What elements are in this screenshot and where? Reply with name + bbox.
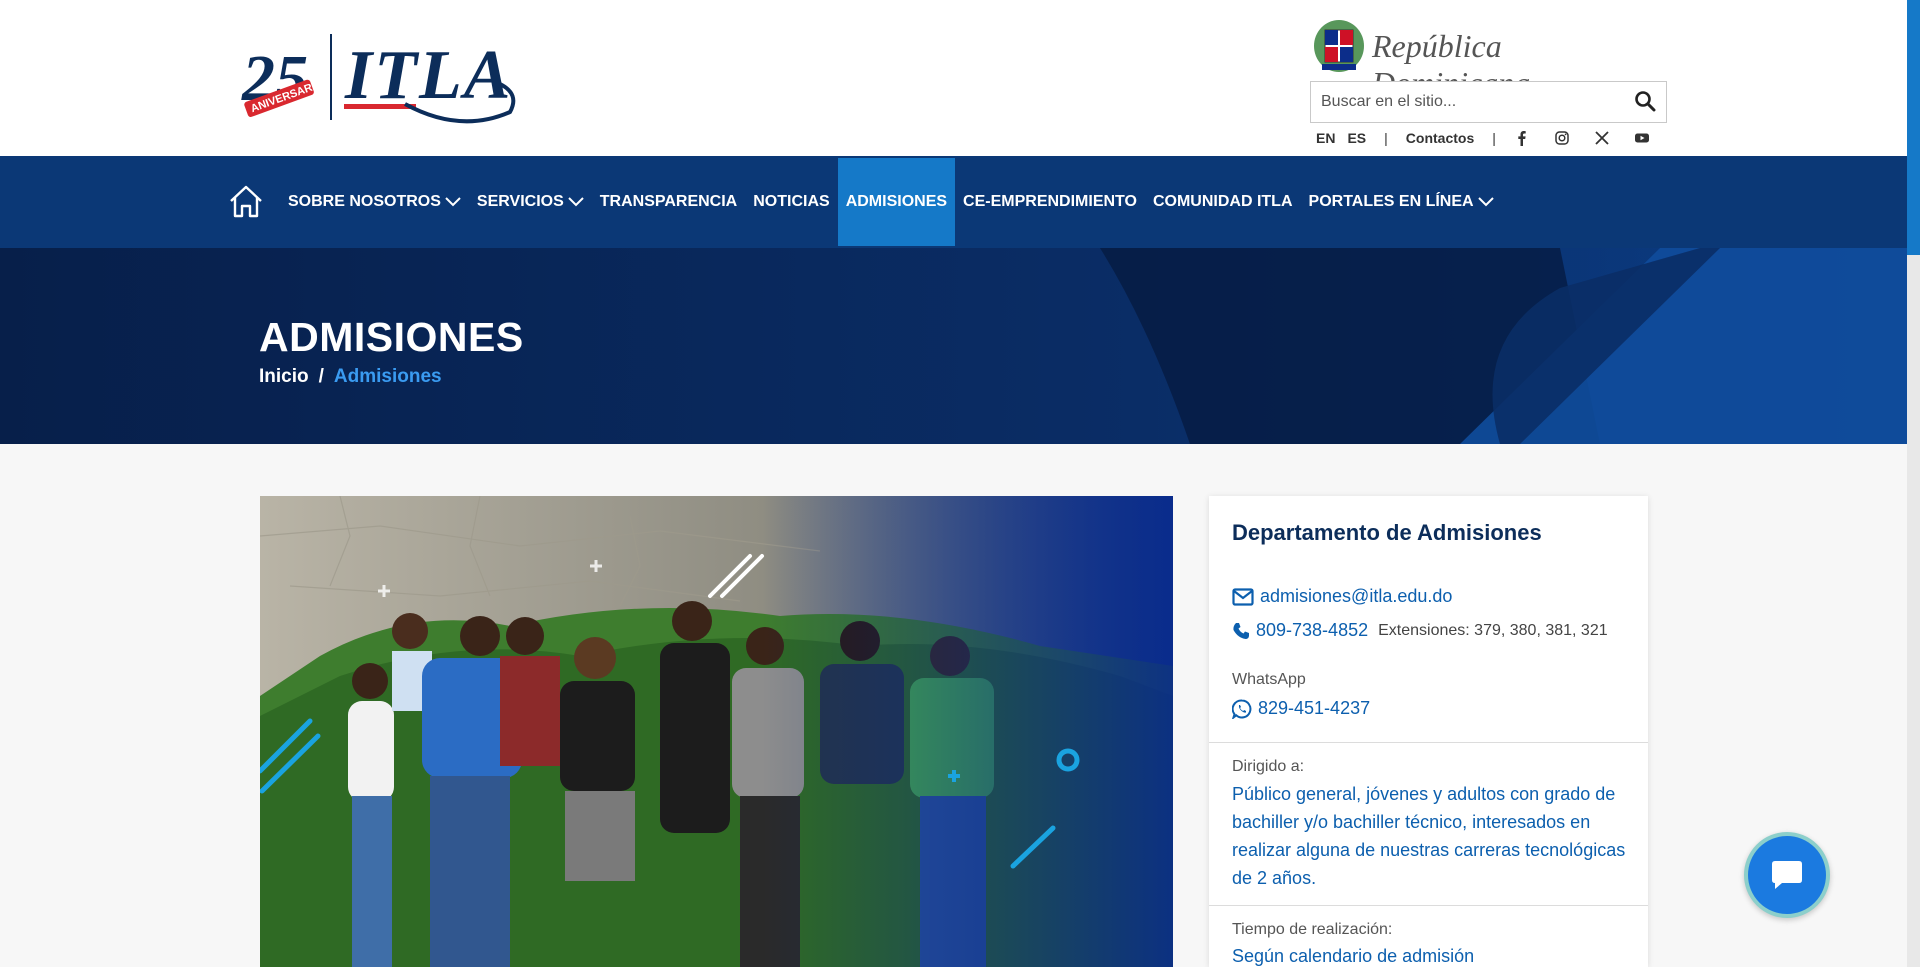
phone-extensions: Extensiones: 379, 380, 381, 321 <box>1378 621 1608 639</box>
coat-of-arms-icon <box>1314 20 1364 72</box>
nav-item-transparencia[interactable]: TRANSPARENCIA <box>592 158 745 246</box>
main-navigation: SOBRE NOSOTROS SERVICIOS TRANSPARENCIA N… <box>0 156 1907 248</box>
phone-link[interactable]: 809-738-4852 <box>1256 620 1368 641</box>
youtube-icon[interactable] <box>1634 130 1650 146</box>
nav-label: ADMISIONES <box>845 193 948 210</box>
nav-item-comunidad-itla[interactable]: COMUNIDAD ITLA <box>1145 158 1301 246</box>
chevron-down-icon <box>568 197 584 207</box>
nav-label: CE-EMPRENDIMIENTO <box>963 193 1137 210</box>
card-divider <box>1209 742 1648 743</box>
nav-item-ce-emprendimiento[interactable]: CE-EMPRENDIMIENTO <box>955 158 1145 246</box>
breadcrumb: Inicio / Admisiones <box>259 366 442 388</box>
lang-es-link[interactable]: ES <box>1347 130 1366 146</box>
nav-item-noticias[interactable]: NOTICIAS <box>745 158 837 246</box>
whatsapp-link[interactable]: 829-451-4237 <box>1258 698 1370 719</box>
card-divider <box>1209 905 1648 906</box>
breadcrumb-current: Admisiones <box>333 366 442 387</box>
whatsapp-row: 829-451-4237 <box>1232 698 1370 719</box>
utility-bar: EN ES | Contactos | <box>1316 127 1674 149</box>
chevron-down-icon <box>1477 197 1494 207</box>
nav-label: SERVICIOS <box>476 193 564 210</box>
page-hero: ADMISIONES Inicio / Admisiones <box>0 248 1907 444</box>
itla-logo[interactable]: 25 ANIVERSARIO ITLA <box>240 34 516 124</box>
nav-label: PORTALES EN LÍNEA <box>1308 193 1474 210</box>
lang-en-link[interactable]: EN <box>1316 130 1335 146</box>
logo-swoosh <box>404 82 516 124</box>
facebook-icon[interactable] <box>1514 130 1530 146</box>
nav-item-sobre-nosotros[interactable]: SOBRE NOSOTROS <box>280 158 469 246</box>
audience-label: Dirigido a: <box>1232 758 1305 775</box>
page-title: ADMISIONES <box>259 314 524 360</box>
search-icon[interactable] <box>1634 90 1656 112</box>
scrollbar-thumb[interactable] <box>1907 0 1920 255</box>
envelope-icon <box>1232 587 1254 606</box>
duration-text: Según calendario de admisión <box>1232 946 1475 966</box>
chat-button[interactable] <box>1744 832 1830 918</box>
audience-text: Público general, jóvenes y adultos con g… <box>1232 784 1626 888</box>
nav-label: TRANSPARENCIA <box>599 193 738 210</box>
site-header: 25 ANIVERSARIO ITLA República Dominicana <box>0 0 1907 156</box>
whatsapp-icon <box>1232 698 1252 719</box>
breadcrumb-separator: / <box>318 366 324 387</box>
duration-label: Tiempo de realización: <box>1232 921 1393 938</box>
contacts-link[interactable]: Contactos <box>1406 130 1474 146</box>
email-link[interactable]: admisiones@itla.edu.do <box>1260 586 1452 607</box>
logo-divider <box>330 34 332 120</box>
nav-label: NOTICIAS <box>753 193 830 210</box>
chevron-down-icon <box>445 197 461 207</box>
chat-bubble-icon <box>1772 861 1802 889</box>
nav-label: SOBRE NOSOTROS <box>288 193 441 210</box>
nav-item-portales-en-linea[interactable]: PORTALES EN LÍNEA <box>1301 158 1502 246</box>
breadcrumb-home-link[interactable]: Inicio <box>259 366 309 388</box>
utility-separator: | <box>1384 130 1388 146</box>
phone-icon <box>1233 622 1249 639</box>
phone-row: 809-738-4852 Extensiones: 379, 380, 381,… <box>1232 620 1608 641</box>
admissions-info-card: Departamento de Admisiones admisiones@it… <box>1209 496 1648 967</box>
card-title: Departamento de Admisiones <box>1232 520 1542 545</box>
anniversary-25-logo: 25 ANIVERSARIO <box>241 42 320 117</box>
x-icon[interactable] <box>1594 130 1610 146</box>
nav-item-servicios[interactable]: SERVICIOS <box>469 158 592 246</box>
search-input[interactable] <box>1311 82 1621 122</box>
nav-label: COMUNIDAD ITLA <box>1152 193 1293 210</box>
nav-item-admisiones[interactable]: ADMISIONES <box>837 158 956 246</box>
admissions-students-photo <box>260 496 1173 967</box>
whatsapp-label: WhatsApp <box>1232 671 1306 688</box>
email-row: admisiones@itla.edu.do <box>1232 586 1452 607</box>
instagram-icon[interactable] <box>1554 130 1570 146</box>
utility-separator-2: | <box>1492 130 1496 146</box>
republica-dominicana-logo[interactable]: República Dominicana <box>1312 18 1632 101</box>
home-icon[interactable] <box>226 182 266 222</box>
search-box <box>1310 81 1667 123</box>
